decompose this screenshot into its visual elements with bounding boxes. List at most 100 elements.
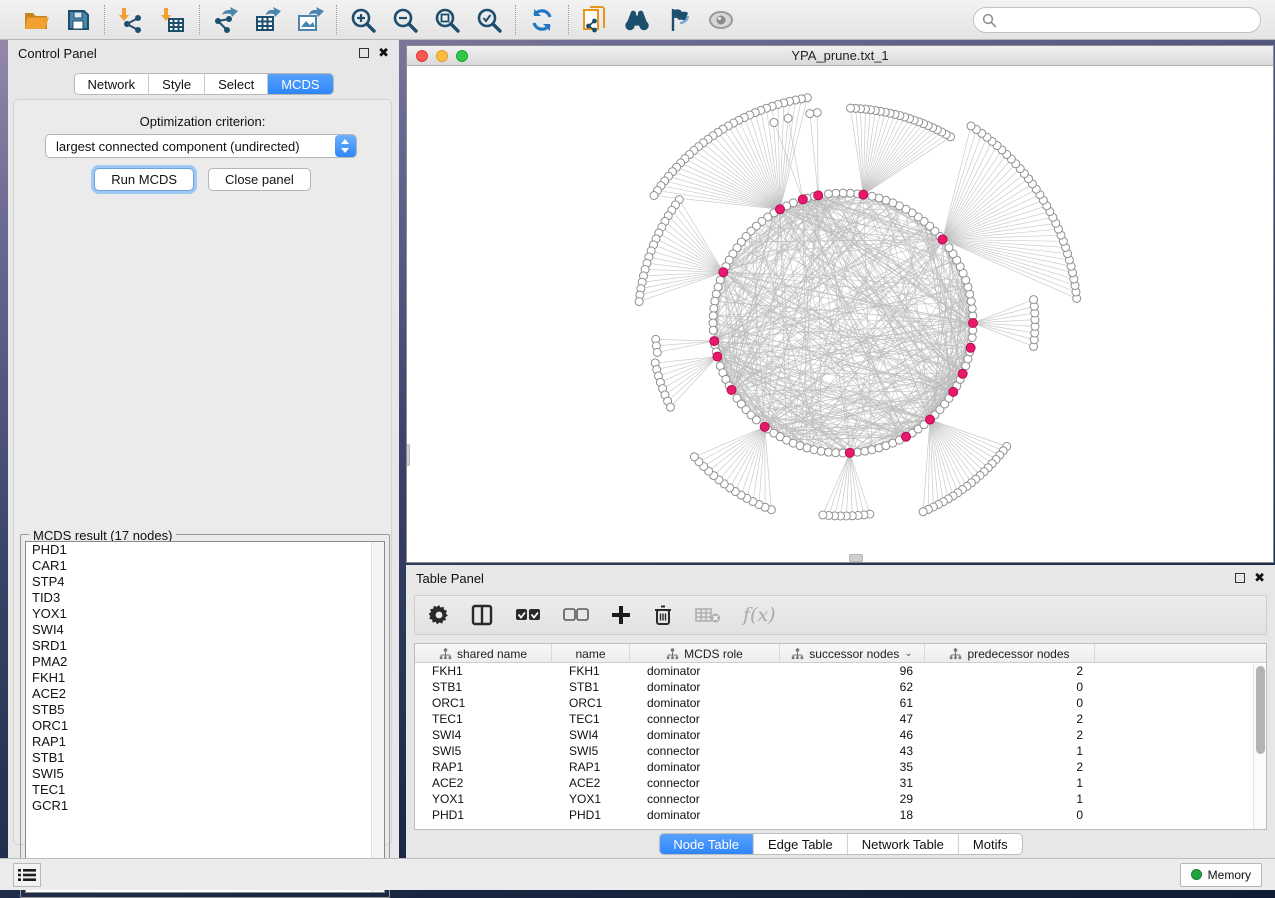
- zoom-in-icon[interactable]: [349, 6, 377, 34]
- column-header-predecessor-nodes[interactable]: predecessor nodes: [925, 644, 1095, 663]
- export-image-icon[interactable]: [296, 6, 324, 34]
- sort-descending-icon: ⌄: [904, 648, 912, 659]
- table-row[interactable]: SWI5SWI5connector431: [415, 743, 1266, 759]
- close-panel-icon[interactable]: ✖: [378, 48, 389, 58]
- tab-edge-table[interactable]: Edge Table: [754, 834, 848, 854]
- optimization-criterion-label: Optimization criterion:: [14, 114, 391, 129]
- table-cell: dominator: [630, 727, 780, 743]
- hide-annotations-icon[interactable]: [665, 6, 693, 34]
- horizontal-splitter-handle[interactable]: [849, 554, 863, 562]
- control-panel-title: Control Panel: [18, 46, 97, 61]
- add-row-icon[interactable]: [611, 601, 631, 629]
- zoom-selected-icon[interactable]: [475, 6, 503, 34]
- export-network-icon[interactable]: [212, 6, 240, 34]
- table-row[interactable]: PHD1PHD1dominator180: [415, 807, 1266, 823]
- table-row[interactable]: YOX1YOX1connector291: [415, 791, 1266, 807]
- table-cell: TEC1: [552, 711, 630, 727]
- tab-style[interactable]: Style: [149, 74, 205, 94]
- table-row[interactable]: ACE2ACE2connector311: [415, 775, 1266, 791]
- table-vertical-scrollbar[interactable]: [1253, 664, 1266, 829]
- search-input[interactable]: [973, 7, 1261, 33]
- network-graph[interactable]: [407, 66, 1273, 562]
- tab-network[interactable]: Network: [74, 74, 149, 94]
- mcds-result-item[interactable]: STB5: [26, 702, 384, 718]
- table-cell: ACE2: [415, 775, 552, 791]
- tab-motifs[interactable]: Motifs: [959, 834, 1022, 854]
- mcds-result-item[interactable]: SRD1: [26, 638, 384, 654]
- mcds-list-scrollbar[interactable]: [371, 542, 384, 892]
- mcds-result-item[interactable]: PHD1: [26, 542, 384, 558]
- mcds-result-item[interactable]: RAP1: [26, 734, 384, 750]
- node-table-header: shared name name MCDS role successor nod…: [415, 644, 1266, 663]
- table-cell: dominator: [630, 679, 780, 695]
- column-header-mcds-role[interactable]: MCDS role: [630, 644, 780, 663]
- network-window-titlebar[interactable]: YPA_prune.txt_1: [407, 46, 1273, 66]
- application-window: Control Panel ✖ Network Style Select MCD…: [0, 0, 1275, 898]
- tab-mcds[interactable]: MCDS: [268, 74, 332, 94]
- refresh-icon[interactable]: [528, 6, 556, 34]
- zoom-fit-icon[interactable]: [433, 6, 461, 34]
- table-row[interactable]: RAP1RAP1dominator352: [415, 759, 1266, 775]
- mcds-result-item[interactable]: TID3: [26, 590, 384, 606]
- select-all-icon[interactable]: [515, 601, 541, 629]
- mcds-result-item[interactable]: ACE2: [26, 686, 384, 702]
- column-header-successor-nodes[interactable]: successor nodes ⌄: [780, 644, 925, 663]
- column-header-name[interactable]: name: [552, 644, 630, 663]
- vertical-splitter-handle[interactable]: [407, 444, 410, 466]
- scrollbar-thumb[interactable]: [1256, 666, 1265, 754]
- mcds-result-item[interactable]: YOX1: [26, 606, 384, 622]
- column-type-icon: [666, 648, 679, 660]
- table-row[interactable]: SWI4SWI4dominator462: [415, 727, 1266, 743]
- float-panel-icon[interactable]: [359, 48, 369, 58]
- tab-node-table[interactable]: Node Table: [659, 834, 754, 854]
- search-network-icon[interactable]: [623, 6, 651, 34]
- show-columns-icon[interactable]: [471, 601, 493, 629]
- mcds-result-item[interactable]: SWI4: [26, 622, 384, 638]
- run-mcds-button[interactable]: Run MCDS: [94, 168, 194, 191]
- tab-select[interactable]: Select: [205, 74, 268, 94]
- table-cell: 46: [780, 727, 925, 743]
- import-table-icon[interactable]: [159, 6, 187, 34]
- tab-network-table[interactable]: Network Table: [848, 834, 959, 854]
- zoom-out-icon[interactable]: [391, 6, 419, 34]
- delete-icon[interactable]: [653, 601, 673, 629]
- mcds-result-list[interactable]: PHD1CAR1STP4TID3YOX1SWI4SRD1PMA2FKH1ACE2…: [25, 541, 385, 893]
- mcds-result-item[interactable]: FKH1: [26, 670, 384, 686]
- table-cell: RAP1: [415, 759, 552, 775]
- table-cell: 61: [780, 695, 925, 711]
- open-folder-icon[interactable]: [22, 6, 50, 34]
- column-header-shared-name[interactable]: shared name: [415, 644, 552, 663]
- mcds-result-item[interactable]: CAR1: [26, 558, 384, 574]
- memory-button[interactable]: Memory: [1180, 863, 1262, 887]
- table-cell: 62: [780, 679, 925, 695]
- table-row[interactable]: FKH1FKH1dominator962: [415, 663, 1266, 679]
- table-cell: ACE2: [552, 775, 630, 791]
- table-row[interactable]: STB1STB1dominator620: [415, 679, 1266, 695]
- save-icon[interactable]: [64, 6, 92, 34]
- table-row[interactable]: ORC1ORC1dominator610: [415, 695, 1266, 711]
- show-eye-icon[interactable]: [707, 6, 735, 34]
- import-network-icon[interactable]: [117, 6, 145, 34]
- mcds-result-item[interactable]: STB1: [26, 750, 384, 766]
- close-table-panel-icon[interactable]: ✖: [1254, 573, 1265, 583]
- network-canvas[interactable]: [407, 66, 1273, 562]
- column-type-icon: [791, 648, 804, 660]
- table-cell: SWI4: [415, 727, 552, 743]
- mcds-result-item[interactable]: TEC1: [26, 782, 384, 798]
- mcds-result-item[interactable]: GCR1: [26, 798, 384, 814]
- table-cell: 0: [925, 807, 1095, 823]
- mcds-result-item[interactable]: ORC1: [26, 718, 384, 734]
- mcds-result-item[interactable]: PMA2: [26, 654, 384, 670]
- export-table-icon[interactable]: [254, 6, 282, 34]
- float-table-panel-icon[interactable]: [1235, 573, 1245, 583]
- table-settings-gear-icon[interactable]: [429, 601, 449, 629]
- task-history-button[interactable]: [13, 863, 41, 887]
- table-row[interactable]: TEC1TEC1connector472: [415, 711, 1266, 727]
- deselect-all-icon[interactable]: [563, 601, 589, 629]
- mcds-result-item[interactable]: STP4: [26, 574, 384, 590]
- close-panel-button[interactable]: Close panel: [208, 168, 311, 191]
- mcds-result-item[interactable]: SWI5: [26, 766, 384, 782]
- table-cell: STB1: [415, 679, 552, 695]
- network-from-document-icon[interactable]: [581, 6, 609, 34]
- optimization-criterion-dropdown[interactable]: largest connected component (undirected): [45, 134, 357, 158]
